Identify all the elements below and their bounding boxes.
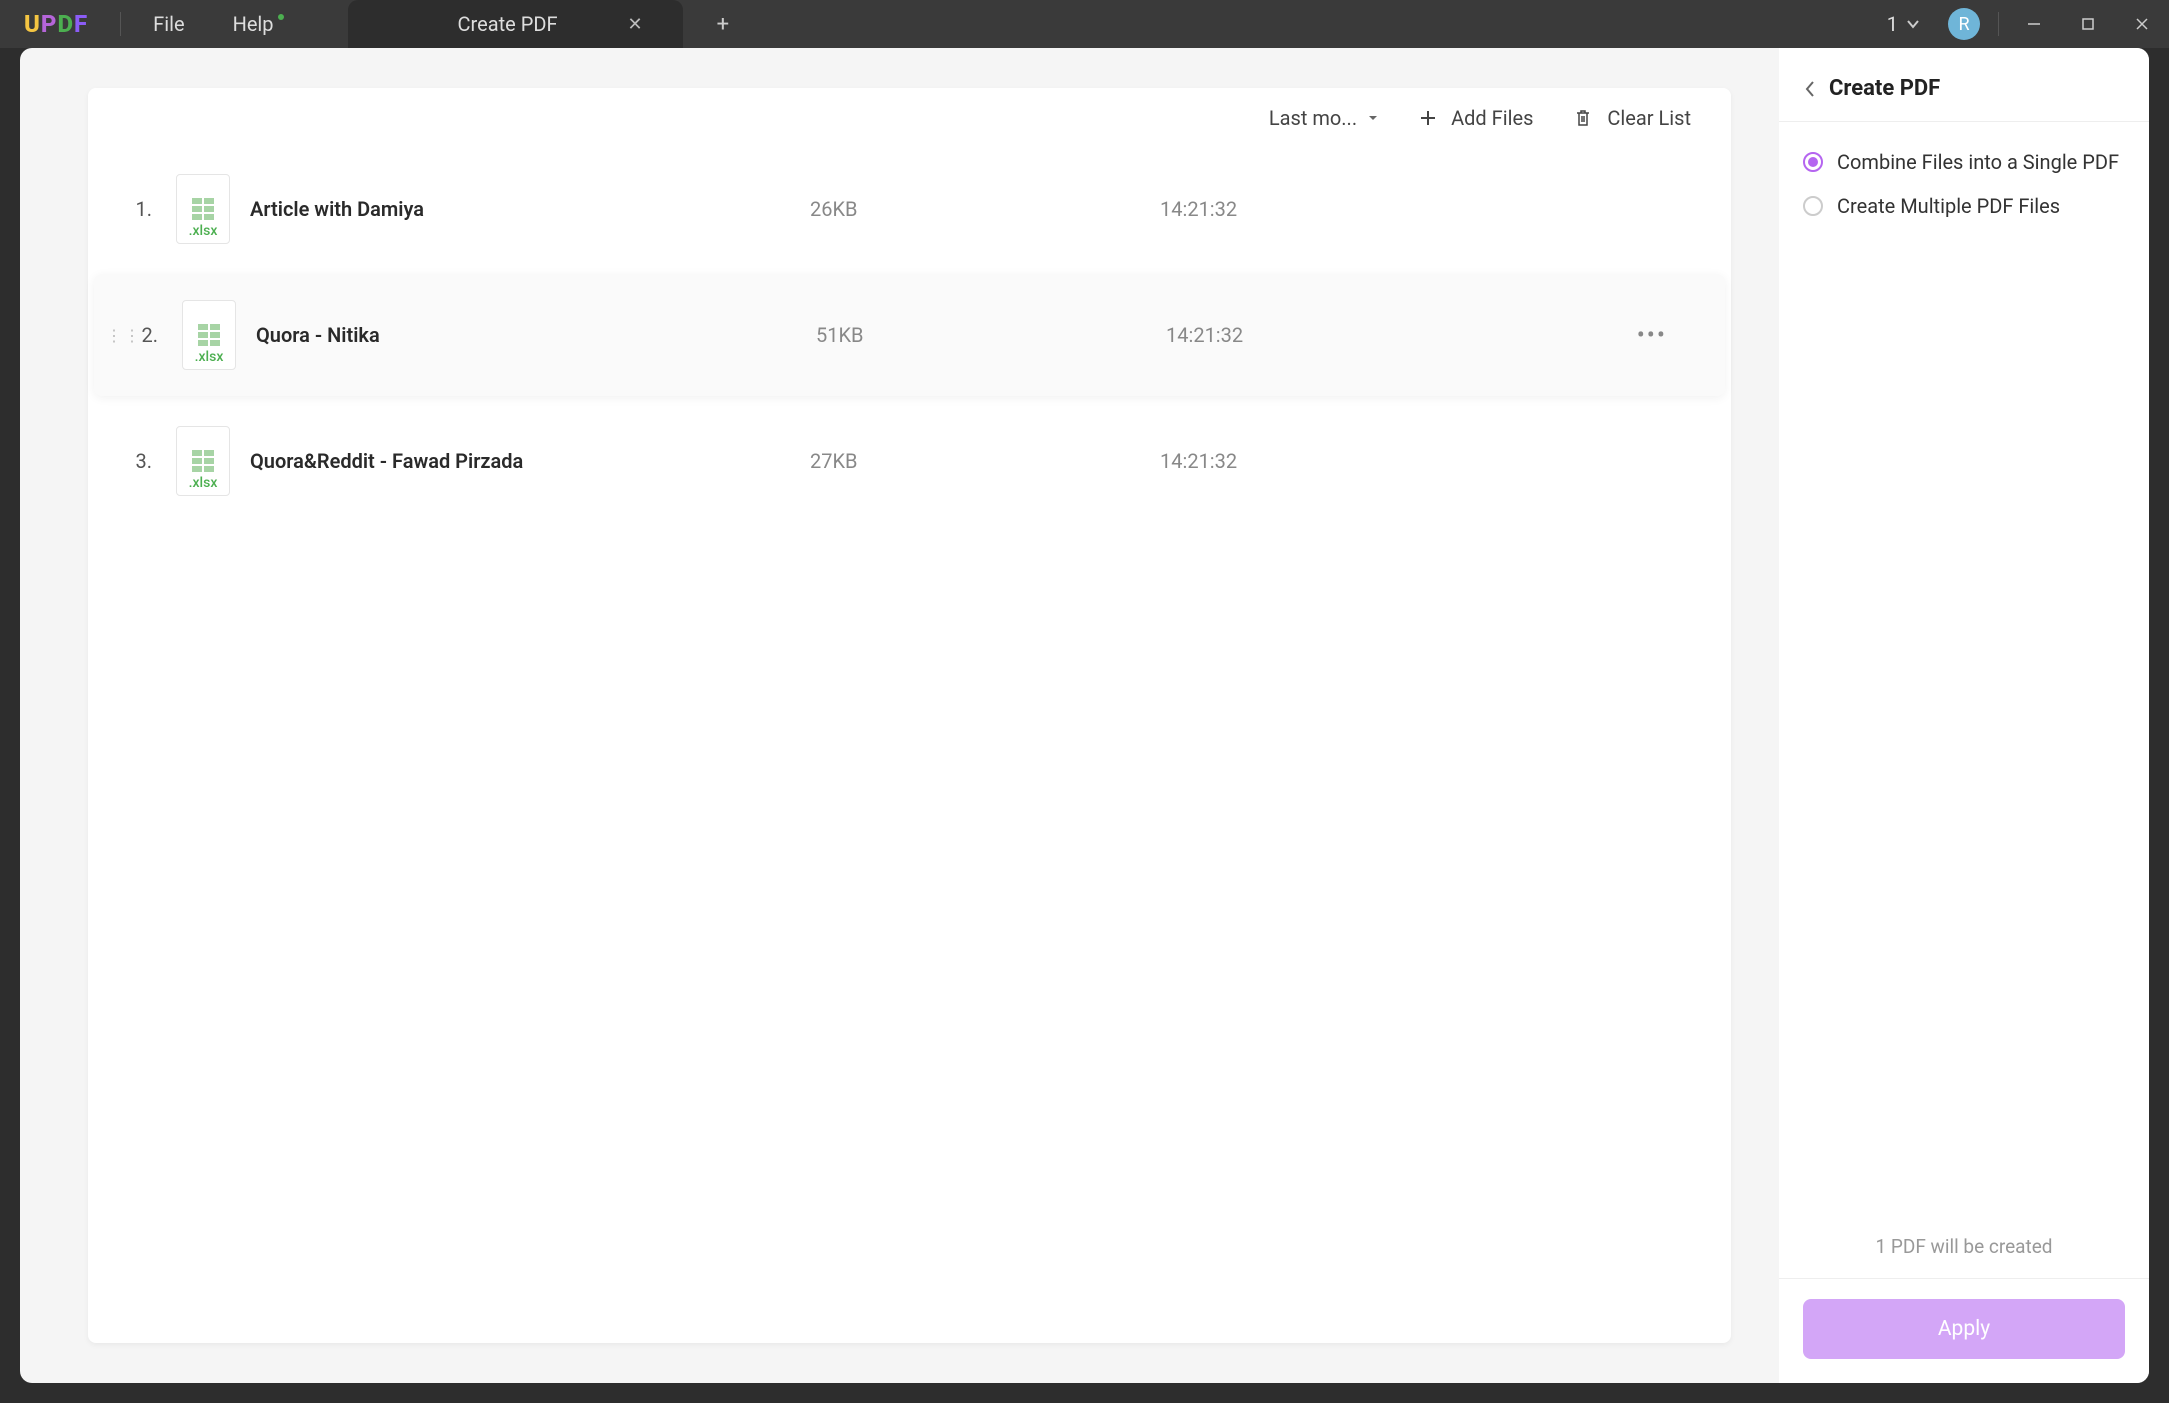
tab-title: Create PDF [458,12,558,36]
window-minimize-button[interactable] [2007,0,2061,48]
menu-help[interactable]: Help [209,0,308,48]
clear-list-label: Clear List [1607,106,1691,130]
radio-unselected-icon [1803,196,1823,216]
body: Last mo... Add Files Clear List 1. [0,48,2169,1403]
radio-selected-icon [1803,152,1823,172]
sidebar-header: Create PDF [1779,72,2149,122]
divider [1998,12,1999,36]
option-create-multiple[interactable]: Create Multiple PDF Files [1779,184,2149,228]
tab-create-pdf[interactable]: Create PDF ✕ [348,0,683,48]
row-more-button[interactable]: ••• [1637,321,1667,349]
file-row[interactable]: ⋮⋮ 2. .xlsx Quora - Nitika 51KB 14:21:32… [94,274,1725,396]
file-time: 14:21:32 [1160,197,1460,221]
option-combine-single[interactable]: Combine Files into a Single PDF [1779,140,2149,184]
window-count-value: 1 [1887,12,1898,36]
list-toolbar: Last mo... Add Files Clear List [88,88,1731,148]
clear-list-button[interactable]: Clear List [1573,106,1691,130]
trash-icon [1573,108,1593,128]
file-ext: .xlsx [195,349,224,365]
file-list: 1. .xlsx Article with Damiya 26KB 14:21:… [88,148,1731,1343]
divider [120,12,121,36]
file-ext: .xlsx [189,475,218,491]
sidebar-status: 1 PDF will be created [1779,1215,2149,1278]
minimize-icon [2026,16,2042,32]
option-label: Create Multiple PDF Files [1837,194,2060,218]
window-count-dropdown[interactable]: 1 [1869,6,1938,42]
menu-help-label: Help [233,12,274,36]
add-files-button[interactable]: Add Files [1419,106,1533,130]
file-size: 27KB [810,449,1160,473]
maximize-icon [2081,17,2095,31]
chevron-down-icon [1906,17,1920,31]
tab-add-button[interactable]: + [707,12,739,37]
tab-close-icon[interactable]: ✕ [628,14,643,35]
xlsx-file-icon: .xlsx [176,174,230,244]
notification-dot-icon [278,14,284,20]
divider [1779,1278,2149,1279]
xlsx-file-icon: .xlsx [182,300,236,370]
file-name: Quora - Nitika [256,323,816,347]
apply-button[interactable]: Apply [1803,1299,2125,1359]
window-maximize-button[interactable] [2061,0,2115,48]
close-icon [2135,17,2149,31]
sidebar-back-button[interactable] [1803,79,1817,99]
app-window: UPDF File Help Create PDF ✕ + 1 R [0,0,2169,1403]
sort-dropdown[interactable]: Last mo... [1269,106,1379,130]
file-size: 51KB [816,323,1166,347]
row-index: 1. [126,197,176,221]
app-logo: UPDF [0,10,112,38]
file-name: Article with Damiya [250,197,810,221]
workspace: Last mo... Add Files Clear List 1. [20,48,2149,1383]
sidebar: Create PDF Combine Files into a Single P… [1779,48,2149,1383]
chevron-left-icon [1803,79,1817,99]
file-time: 14:21:32 [1166,323,1466,347]
file-ext: .xlsx [189,223,218,239]
content-card: Last mo... Add Files Clear List 1. [88,88,1731,1343]
triangle-down-icon [1367,112,1379,124]
add-files-label: Add Files [1451,106,1533,130]
xlsx-file-icon: .xlsx [176,426,230,496]
main-panel: Last mo... Add Files Clear List 1. [40,48,1779,1383]
file-row[interactable]: 3. .xlsx Quora&Reddit - Fawad Pirzada 27… [88,400,1731,522]
titlebar: UPDF File Help Create PDF ✕ + 1 R [0,0,2169,48]
avatar[interactable]: R [1948,8,1980,40]
file-size: 26KB [810,197,1160,221]
sidebar-title: Create PDF [1829,76,1940,101]
file-time: 14:21:32 [1160,449,1460,473]
spacer [1779,228,2149,1215]
menu-file[interactable]: File [129,0,208,48]
file-row[interactable]: 1. .xlsx Article with Damiya 26KB 14:21:… [88,148,1731,270]
window-close-button[interactable] [2115,0,2169,48]
row-index: 3. [126,449,176,473]
option-label: Combine Files into a Single PDF [1837,150,2119,174]
titlebar-right: 1 R [1869,0,2169,48]
file-name: Quora&Reddit - Fawad Pirzada [250,449,810,473]
plus-icon [1419,109,1437,127]
drag-handle-icon[interactable]: ⋮⋮ [106,326,142,345]
sort-label: Last mo... [1269,106,1357,130]
